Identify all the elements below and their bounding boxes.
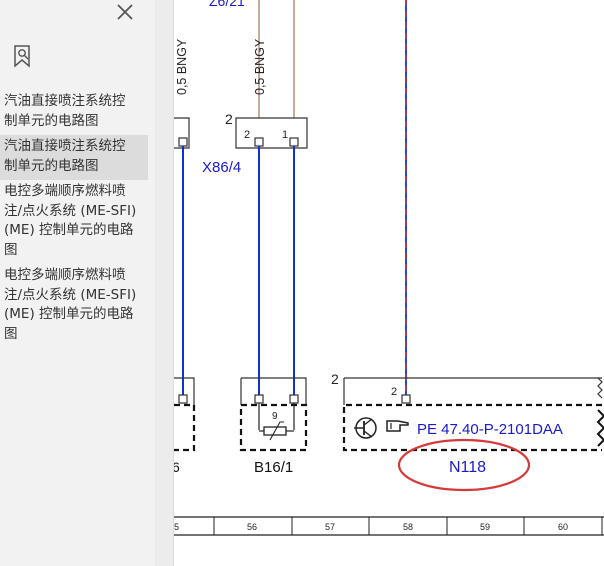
wiring-diagram: Z6/21 0,5 BNGY 0,5 BNGY 2 2 1 X86/4 6 9 … — [174, 0, 604, 536]
close-icon — [117, 4, 133, 20]
bookmark-item-text: 制单元的电路图 — [4, 157, 99, 174]
bookmark-item-text: 图 — [4, 241, 18, 258]
bookmark-item-text: (ME) 控制单元的电路 — [4, 306, 134, 322]
n118-pin: 2 — [391, 386, 397, 398]
wire-label-left: 0,5 BNGY — [175, 38, 189, 95]
wire-label-right: 0,5 BNGY — [253, 38, 267, 95]
bookmark-search-icon — [14, 45, 30, 68]
bookmark-item-text: 电控多端顺序燃料喷 — [4, 183, 126, 199]
left-partial-component-name: 6 — [174, 459, 180, 475]
top-partial-label: Z6/21 — [209, 0, 245, 9]
transistor-icon — [354, 417, 377, 439]
b16-sensor-name: B16/1 — [254, 459, 293, 476]
ruler-cell: 59 — [480, 522, 490, 532]
bookmark-item-text: 电控多端顺序燃料喷 — [4, 267, 126, 283]
x86-pin-a: 2 — [244, 129, 250, 141]
n118-pin-count: 2 — [331, 371, 339, 387]
bookmark-item-text: 制单元的电路图 — [4, 112, 99, 129]
bookmark-item[interactable]: 汽油直接喷注系统控 制单元的电路图 — [0, 135, 148, 180]
n118-module-name: N118 — [449, 459, 486, 476]
x86-pin-b: 1 — [282, 129, 288, 141]
page-ruler: 55 56 57 58 59 60 — [174, 516, 604, 536]
bookmark-item-text: 汽油直接喷注系统控 — [4, 138, 126, 154]
bookmark-item[interactable]: 电控多端顺序燃料喷 注/点火系统 (ME-SFI) (ME) 控制单元的电路图 — [0, 180, 148, 264]
bookmark-list: 汽油直接喷注系统控 制单元的电路图 汽油直接喷注系统控 制单元的电路图 电控多端顺序燃料… — [0, 90, 148, 348]
bookmark-item-text: 注/点火系统 (ME-SFI) — [4, 202, 137, 219]
bookmark-panel: 汽油直接喷注系统控 制单元的电路图 汽油直接喷注系统控 制单元的电路图 电控多端顺序燃料… — [0, 0, 156, 566]
ruler-cell: 57 — [325, 522, 335, 532]
x86-pin-count: 2 — [225, 111, 233, 127]
b16-pin: 9 — [272, 411, 278, 422]
bookmark-item-text: (ME) 控制单元的电路 — [4, 222, 134, 238]
bookmark-item[interactable]: 电控多端顺序燃料喷 注/点火系统 (ME-SFI) (ME) 控制单元的电路图 — [0, 264, 148, 348]
panel-splitter[interactable] — [155, 0, 321, 566]
ruler-cell: 55 — [174, 522, 179, 532]
ruler-cell: 58 — [403, 522, 413, 532]
pointing-hand-icon — [386, 420, 409, 432]
bookmark-item-text: 图 — [4, 325, 18, 342]
ruler-cell: 56 — [247, 522, 257, 532]
n118-part-link[interactable]: PE 47.40-P-2101DAA — [417, 421, 563, 438]
bookmark-item-text: 汽油直接喷注系统控 — [4, 93, 126, 109]
close-panel-button[interactable] — [110, 0, 140, 28]
bookmark-item[interactable]: 汽油直接喷注系统控 制单元的电路图 — [0, 90, 148, 135]
document-view[interactable]: Z6/21 0,5 BNGY 0,5 BNGY 2 2 1 X86/4 6 9 … — [174, 0, 604, 566]
bookmark-item-text: 注/点火系统 (ME-SFI) — [4, 286, 137, 303]
x86-connector-name: X86/4 — [202, 159, 241, 176]
bookmark-options-button[interactable] — [10, 42, 36, 72]
ruler-cell: 60 — [558, 522, 568, 532]
